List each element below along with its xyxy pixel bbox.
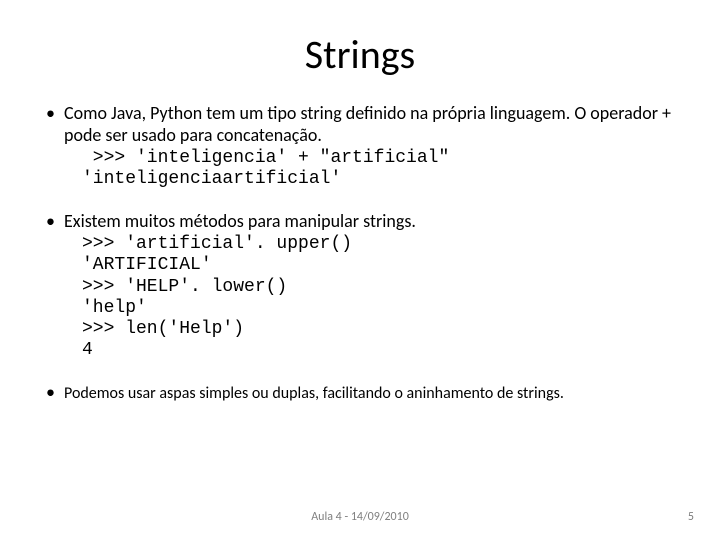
slide-title: Strings — [40, 30, 680, 79]
footer-center: Aula 4 - 14/09/2010 — [0, 510, 720, 524]
slide-number: 5 — [688, 510, 694, 524]
bullet-item: Como Java, Python tem um tipo string def… — [40, 103, 680, 191]
bullet-text: Podemos usar aspas simples ou duplas, fa… — [64, 384, 564, 403]
bullet-item: Existem muitos métodos para manipular st… — [40, 211, 680, 362]
bullet-item: Podemos usar aspas simples ou duplas, fa… — [40, 382, 680, 404]
slide: Strings Como Java, Python tem um tipo st… — [0, 0, 720, 540]
bullet-text: Como Java, Python tem um tipo string def… — [64, 102, 671, 146]
code-block: >>> 'artificial'. upper() 'ARTIFICIAL' >… — [64, 234, 680, 361]
bullet-text: Existem muitos métodos para manipular st… — [64, 210, 416, 232]
code-block: >>> 'inteligencia' + "artificial" 'intel… — [64, 148, 680, 190]
bullet-list: Como Java, Python tem um tipo string def… — [40, 103, 680, 403]
